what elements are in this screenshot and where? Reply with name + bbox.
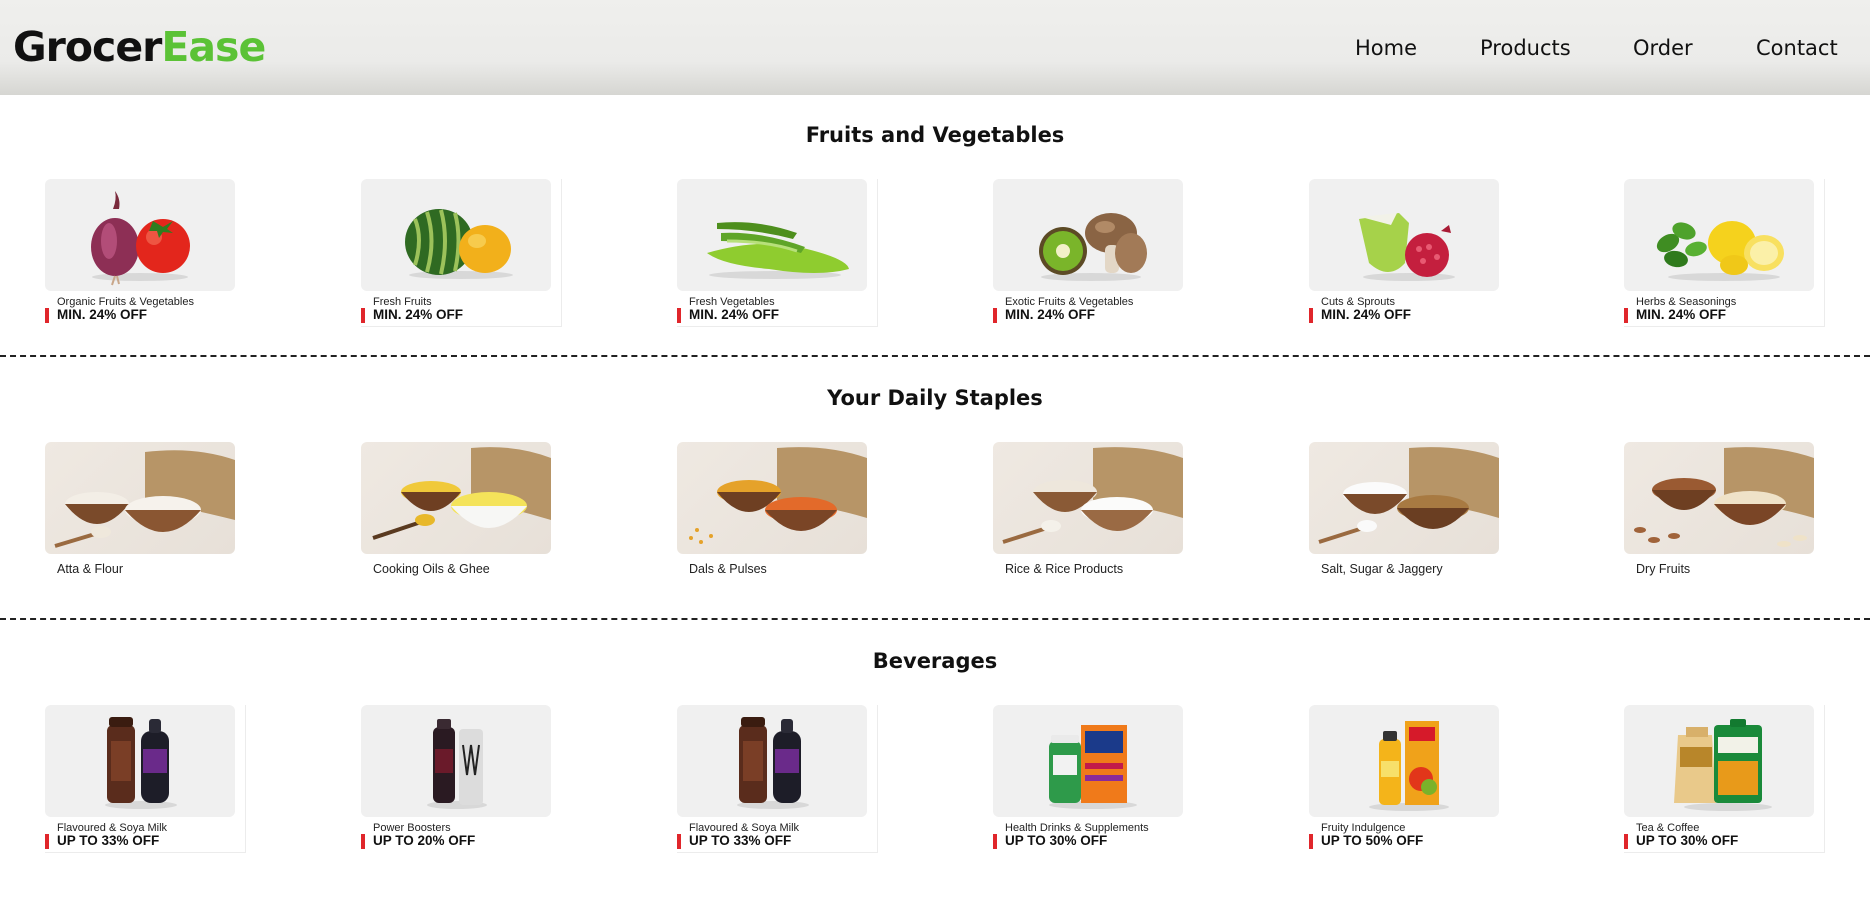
category-card-exotic[interactable]: Exotic Fruits & Vegetables MIN. 24% OFF (993, 179, 1193, 327)
discount-text: MIN. 24% OFF (689, 307, 780, 322)
discount-text: MIN. 24% OFF (1321, 307, 1412, 322)
discount-badge: MIN. 24% OFF (1624, 307, 1726, 323)
discount-text: UP TO 30% OFF (1005, 833, 1108, 848)
rice-bowls-image (993, 442, 1183, 554)
discount-badge: UP TO 33% OFF (45, 833, 159, 849)
discount-badge: UP TO 20% OFF (361, 833, 475, 849)
discount-text: UP TO 33% OFF (57, 833, 160, 848)
nav-products-link[interactable]: Products (1480, 34, 1571, 62)
mint-lemon-image (1624, 179, 1814, 291)
onion-tomato-image (45, 179, 235, 291)
offer-marker (1624, 834, 1628, 849)
offer-marker (993, 834, 997, 849)
category-card-organic[interactable]: Organic Fruits & Vegetables MIN. 24% OFF (45, 179, 245, 327)
category-card-dry-fruits[interactable]: Dry Fruits (1624, 442, 1824, 590)
card-label: Dry Fruits (1636, 562, 1691, 576)
discount-text: MIN. 24% OFF (1636, 307, 1727, 322)
milk-bottles-image (677, 705, 867, 817)
offer-marker (1309, 834, 1313, 849)
discount-badge: MIN. 24% OFF (677, 307, 779, 323)
category-card-power-boosters[interactable]: Power Boosters UP TO 20% OFF (361, 705, 561, 853)
category-card-fresh-fruits[interactable]: Fresh Fruits MIN. 24% OFF (361, 179, 562, 327)
milk-bottles-image (45, 705, 235, 817)
offer-marker (1309, 308, 1313, 323)
card-label: Salt, Sugar & Jaggery (1321, 562, 1443, 576)
offer-marker (361, 834, 365, 849)
offer-marker (45, 834, 49, 849)
card-label: Atta & Flour (57, 562, 123, 576)
discount-badge: UP TO 30% OFF (1624, 833, 1738, 849)
card-label: Dals & Pulses (689, 562, 767, 576)
section-title-beverages: Beverages (872, 649, 998, 673)
category-card-flavoured-milk-2[interactable]: Flavoured & Soya Milk UP TO 33% OFF (677, 705, 878, 853)
main-nav: Home Products Order Contact (0, 34, 1870, 64)
tea-coffee-packs-image (1624, 705, 1814, 817)
offer-marker (1624, 308, 1628, 323)
dal-bowls-image (677, 442, 867, 554)
discount-text: UP TO 20% OFF (373, 833, 476, 848)
energy-drink-cans-image (361, 705, 551, 817)
almond-cashew-bowls-image (1624, 442, 1814, 554)
category-card-flavoured-milk[interactable]: Flavoured & Soya Milk UP TO 33% OFF (45, 705, 246, 853)
nav-home-link[interactable]: Home (1355, 34, 1417, 62)
discount-badge: MIN. 24% OFF (45, 307, 147, 323)
discount-text: MIN. 24% OFF (373, 307, 464, 322)
nav-order-link[interactable]: Order (1633, 34, 1693, 62)
oil-ghee-bowls-image (361, 442, 551, 554)
juice-bottle-carton-image (1309, 705, 1499, 817)
coconut-pomegranate-image (1309, 179, 1499, 291)
section-title-daily-staples: Your Daily Staples (827, 386, 1043, 410)
offer-marker (361, 308, 365, 323)
category-card-salt-sugar[interactable]: Salt, Sugar & Jaggery (1309, 442, 1509, 590)
offer-marker (45, 308, 49, 323)
health-drink-jars-image (993, 705, 1183, 817)
category-card-health-drinks[interactable]: Health Drinks & Supplements UP TO 30% OF… (993, 705, 1193, 853)
discount-badge: MIN. 24% OFF (993, 307, 1095, 323)
discount-badge: UP TO 33% OFF (677, 833, 791, 849)
discount-badge: UP TO 50% OFF (1309, 833, 1423, 849)
nav-contact-link[interactable]: Contact (1756, 34, 1838, 62)
offer-marker (677, 308, 681, 323)
offer-marker (993, 308, 997, 323)
category-card-rice[interactable]: Rice & Rice Products (993, 442, 1193, 590)
section-divider (0, 618, 1870, 620)
category-card-atta-flour[interactable]: Atta & Flour (45, 442, 245, 590)
flour-bowls-image (45, 442, 235, 554)
category-card-cuts-sprouts[interactable]: Cuts & Sprouts MIN. 24% OFF (1309, 179, 1509, 327)
discount-text: UP TO 30% OFF (1636, 833, 1739, 848)
discount-badge: MIN. 24% OFF (1309, 307, 1411, 323)
category-card-herbs[interactable]: Herbs & Seasonings MIN. 24% OFF (1624, 179, 1825, 327)
discount-text: UP TO 33% OFF (689, 833, 792, 848)
discount-text: MIN. 24% OFF (1005, 307, 1096, 322)
watermelon-mango-image (361, 179, 551, 291)
salt-jaggery-bowls-image (1309, 442, 1499, 554)
card-label: Rice & Rice Products (1005, 562, 1124, 576)
discount-text: UP TO 50% OFF (1321, 833, 1424, 848)
card-label: Cooking Oils & Ghee (373, 562, 490, 576)
category-card-dals-pulses[interactable]: Dals & Pulses (677, 442, 877, 590)
category-card-oils-ghee[interactable]: Cooking Oils & Ghee (361, 442, 561, 590)
discount-badge: UP TO 30% OFF (993, 833, 1107, 849)
okra-gourd-image (677, 179, 867, 291)
discount-badge: MIN. 24% OFF (361, 307, 463, 323)
category-card-tea-coffee[interactable]: Tea & Coffee UP TO 30% OFF (1624, 705, 1825, 853)
kiwi-mushroom-image (993, 179, 1183, 291)
category-card-fresh-vegetables[interactable]: Fresh Vegetables MIN. 24% OFF (677, 179, 878, 327)
offer-marker (677, 834, 681, 849)
navbar: GrocerEase Home Products Order Contact (0, 0, 1870, 95)
discount-text: MIN. 24% OFF (57, 307, 148, 322)
category-card-fruity-indulgence[interactable]: Fruity Indulgence UP TO 50% OFF (1309, 705, 1509, 853)
section-title-fruits-vegetables: Fruits and Vegetables (805, 123, 1065, 147)
section-divider (0, 355, 1870, 357)
